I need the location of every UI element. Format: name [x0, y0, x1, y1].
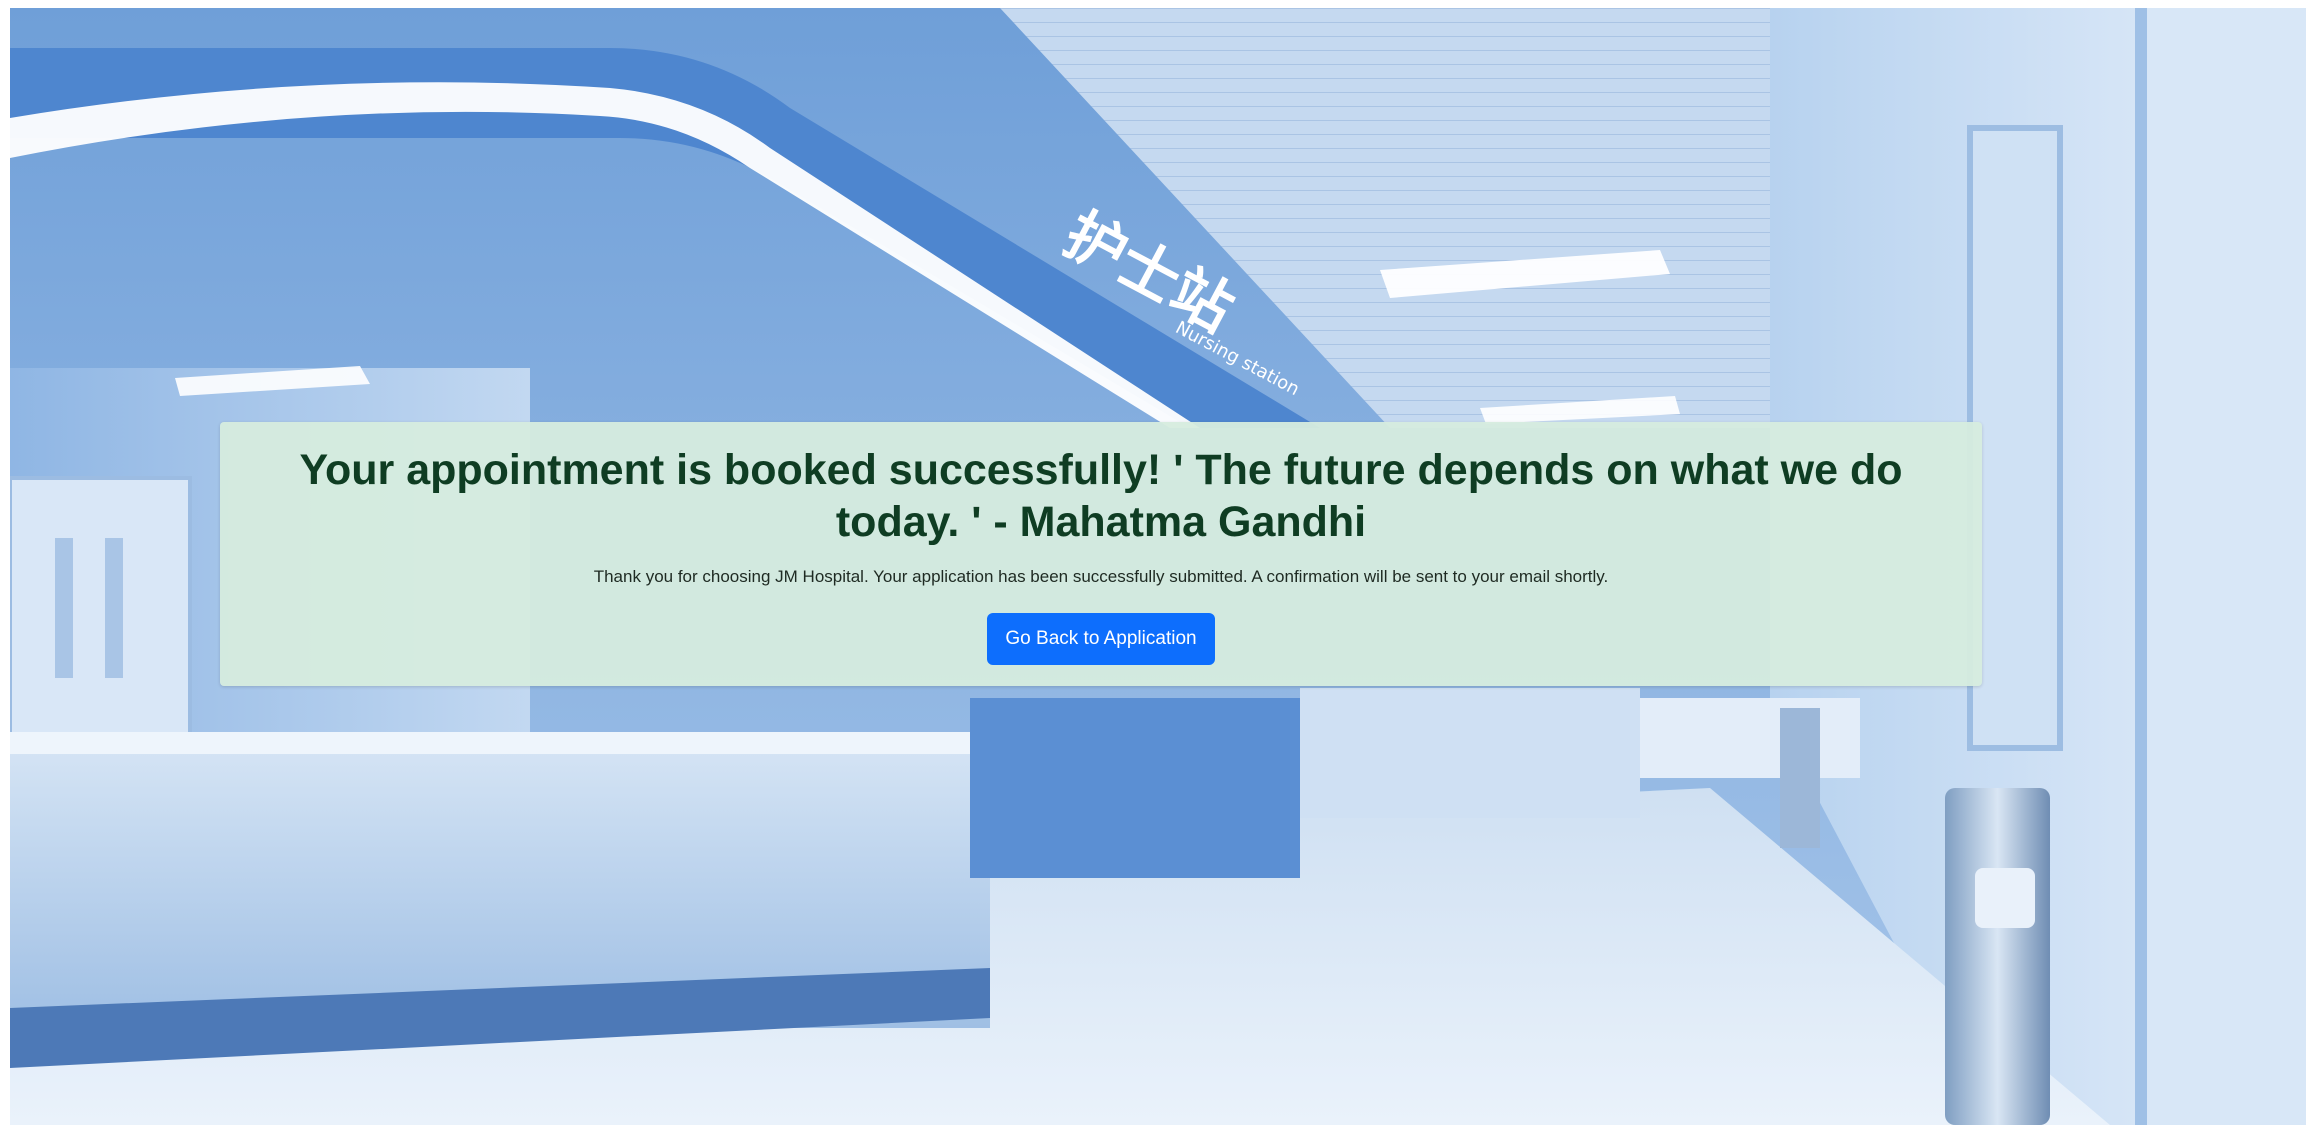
- page-viewport: 护士站 Nursing station Your appointment is …: [10, 8, 2306, 1125]
- confirmation-card: Your appointment is booked successfully!…: [220, 422, 1982, 686]
- confirmation-heading: Your appointment is booked successfully!…: [299, 446, 1903, 546]
- go-back-button[interactable]: Go Back to Application: [987, 613, 1215, 665]
- confirmation-message: Thank you for choosing JM Hospital. Your…: [593, 567, 1609, 586]
